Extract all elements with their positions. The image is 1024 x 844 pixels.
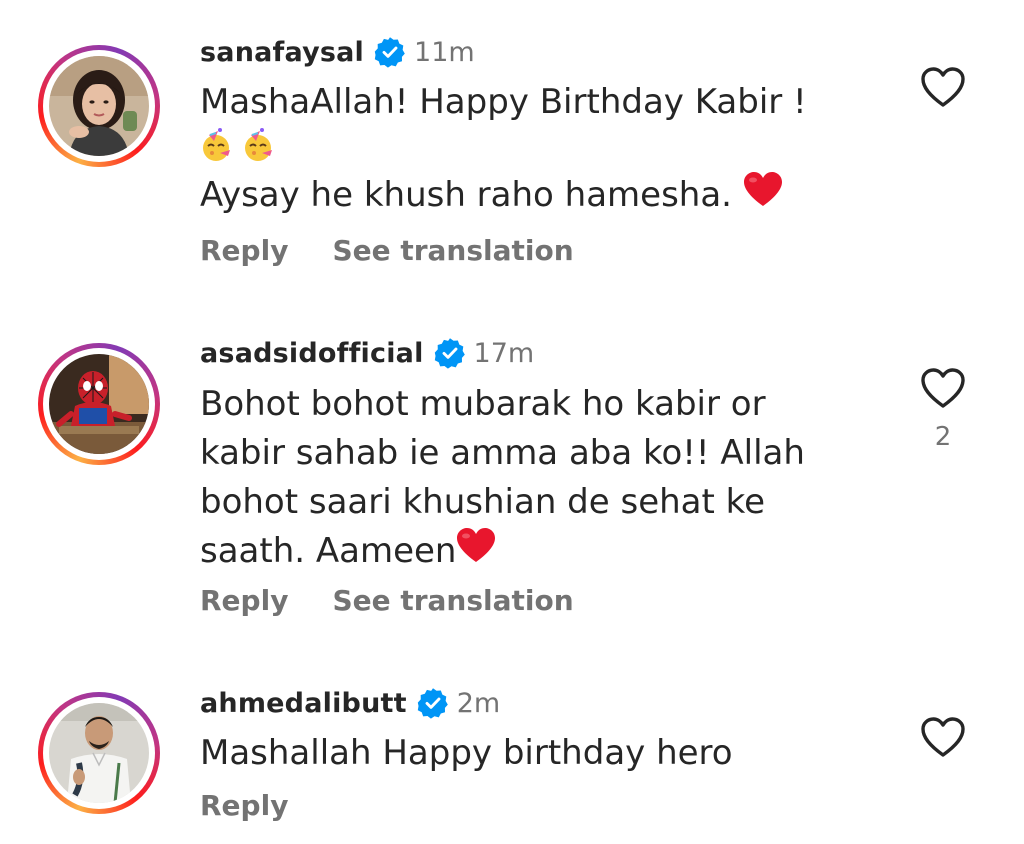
- verified-badge-icon: [417, 687, 449, 719]
- partying-face-emoji: [242, 127, 276, 172]
- comment-line: MashaAllah! Happy Birthday Kabir !: [200, 82, 807, 122]
- timestamp: 2m: [456, 687, 501, 719]
- username-link[interactable]: ahmedalibutt: [200, 688, 407, 719]
- heart-outline-icon: [921, 717, 965, 757]
- comment-line: Mashallah Happy birthday hero: [200, 733, 733, 773]
- comment-line: Bohot bohot mubarak ho kabir or: [200, 384, 766, 424]
- partying-face-emoji: [200, 127, 234, 172]
- heart-outline-icon: [921, 368, 965, 408]
- reply-button[interactable]: Reply: [200, 584, 288, 617]
- like-button[interactable]: [920, 367, 966, 409]
- comment-header: sanafaysal 11m: [200, 32, 475, 72]
- username-link[interactable]: asadsidofficial: [200, 338, 424, 369]
- see-translation-button[interactable]: See translation: [332, 584, 573, 617]
- avatar[interactable]: [38, 692, 160, 814]
- verified-badge-icon: [374, 36, 406, 68]
- comment-header: ahmedalibutt 2m: [200, 683, 500, 723]
- comment-body: MashaAllah! Happy Birthday Kabir ! Aysay…: [200, 78, 840, 222]
- comment-header: asadsidofficial 17m: [200, 333, 534, 373]
- like-count: 2: [934, 422, 952, 452]
- like-button[interactable]: [920, 716, 966, 758]
- heart-outline-icon: [921, 67, 965, 107]
- timestamp: 17m: [473, 337, 535, 369]
- comment-line: Aysay he khush raho hamesha.: [200, 171, 840, 222]
- avatar[interactable]: [38, 45, 160, 167]
- like-button[interactable]: [920, 66, 966, 108]
- red-heart-emoji: [456, 527, 496, 578]
- reply-button[interactable]: Reply: [200, 234, 288, 267]
- comment-line: saath. Aameen: [200, 527, 840, 578]
- avatar-photo-ahmedalibutt: [49, 703, 149, 803]
- emoji-row: [200, 127, 840, 167]
- comment-body: Bohot bohot mubarak ho kabir or kabir sa…: [200, 380, 840, 578]
- comment-actions: Reply See translation: [200, 230, 574, 270]
- timestamp: 11m: [414, 36, 475, 68]
- username-link[interactable]: sanafaysal: [200, 37, 364, 68]
- avatar[interactable]: [38, 343, 160, 465]
- comment-line: bohot saari khushian de sehat ke: [200, 482, 766, 522]
- comment-body: Mashallah Happy birthday hero: [200, 729, 840, 778]
- comment-line: kabir sahab ie amma aba ko!! Allah: [200, 433, 805, 473]
- verified-badge-icon: [434, 337, 466, 369]
- see-translation-button[interactable]: See translation: [332, 234, 573, 267]
- avatar-photo-asadsidofficial: [49, 354, 149, 454]
- avatar-photo-sanafaysal: [49, 56, 149, 156]
- comment-actions: Reply: [200, 785, 288, 825]
- reply-button[interactable]: Reply: [200, 789, 288, 822]
- comment-actions: Reply See translation: [200, 580, 574, 620]
- red-heart-emoji: [743, 171, 783, 222]
